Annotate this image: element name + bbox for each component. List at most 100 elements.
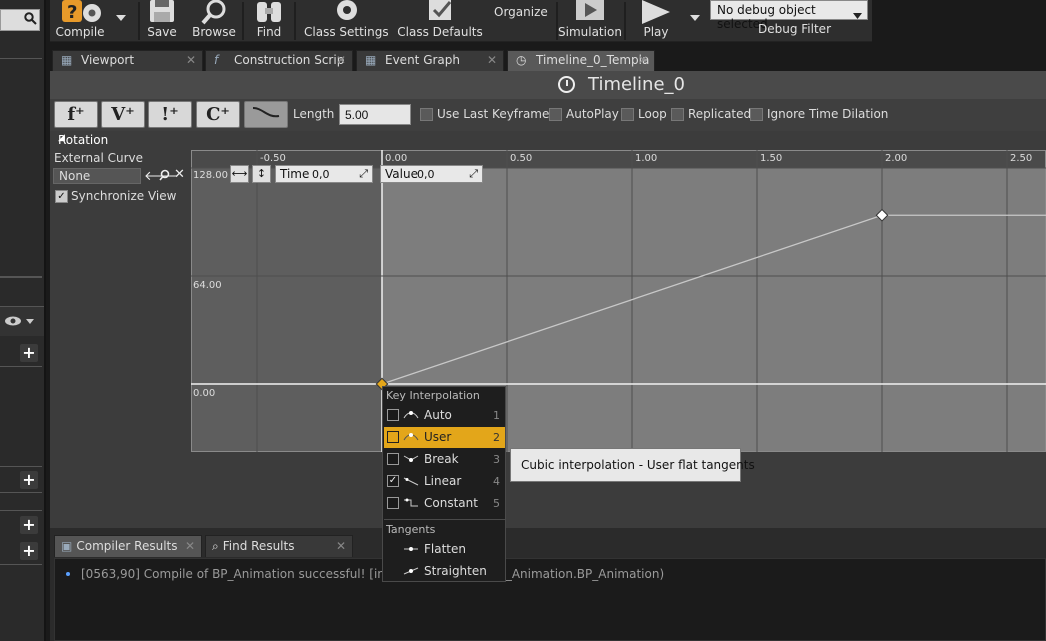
add-external-curve-button[interactable] bbox=[244, 101, 288, 128]
close-icon[interactable]: ✕ bbox=[336, 539, 346, 553]
tab-timeline[interactable]: ◷ Timeline_0_Templa ✕ bbox=[507, 50, 655, 71]
close-icon[interactable]: ✕ bbox=[185, 539, 195, 553]
external-curve-select[interactable]: None bbox=[53, 168, 141, 184]
divider bbox=[0, 466, 42, 467]
function-icon: f bbox=[214, 53, 219, 67]
menu-item-shortcut: 2 bbox=[493, 431, 500, 444]
class-defaults-button[interactable]: Class Defaults bbox=[396, 0, 484, 42]
menu-item-label: User bbox=[424, 430, 452, 444]
time-label: Time bbox=[280, 167, 310, 181]
use-last-keyframe-checkbox[interactable] bbox=[420, 108, 433, 121]
menu-item-label: Flatten bbox=[424, 542, 466, 556]
divider bbox=[0, 492, 42, 493]
tab-label: Compiler Results bbox=[76, 539, 178, 553]
value-label: Value bbox=[385, 167, 418, 181]
clock-icon bbox=[558, 76, 575, 93]
value-input[interactable]: Value 0,0 ⤢ bbox=[380, 165, 483, 183]
break-tangent-icon bbox=[403, 455, 419, 462]
menu-item-constant[interactable]: Constant 5 bbox=[384, 493, 505, 514]
close-icon[interactable]: ✕ bbox=[638, 53, 648, 67]
close-icon[interactable]: ✕ bbox=[186, 53, 196, 67]
checkbox bbox=[387, 409, 399, 421]
add-button[interactable]: + bbox=[20, 471, 38, 489]
graph-negative-region bbox=[191, 150, 382, 452]
loop-checkbox[interactable] bbox=[621, 108, 634, 121]
compile-button[interactable]: ? Compile bbox=[52, 0, 108, 42]
user-tangent-icon bbox=[403, 433, 419, 441]
info-bullet-icon bbox=[66, 572, 70, 576]
menu-item-user[interactable]: User 2 bbox=[384, 427, 505, 448]
replicated-checkbox[interactable] bbox=[671, 108, 684, 121]
find-button[interactable]: Find bbox=[248, 0, 290, 42]
tooltip: Cubic interpolation - User flat tangents bbox=[510, 448, 755, 482]
menu-item-label: Linear bbox=[424, 474, 462, 488]
chevron-down-icon[interactable] bbox=[116, 10, 126, 24]
menu-item-straighten[interactable]: Straighten bbox=[384, 561, 505, 582]
menu-item-shortcut: 3 bbox=[493, 453, 500, 466]
add-button[interactable]: + bbox=[20, 344, 38, 362]
divider bbox=[0, 276, 42, 278]
fit-vertical-button[interactable]: ↕ bbox=[252, 165, 271, 183]
menu-item-auto[interactable]: Auto 1 bbox=[384, 405, 505, 426]
tab-viewport[interactable]: ▦ Viewport ✕ bbox=[52, 50, 203, 71]
fit-horizontal-button[interactable]: ⟷ bbox=[230, 165, 249, 183]
class-settings-button[interactable]: Class Settings bbox=[304, 0, 389, 42]
menu-item-linear[interactable]: ✓ Linear 4 bbox=[384, 471, 505, 492]
linear-icon bbox=[403, 477, 419, 486]
play-label: Play bbox=[643, 25, 669, 39]
constant-icon bbox=[404, 498, 418, 507]
x-tick-label: 2.50 bbox=[1010, 153, 1032, 164]
search-icon[interactable] bbox=[24, 12, 37, 25]
synchronize-view-checkbox[interactable]: ✓ bbox=[55, 190, 68, 203]
debug-object-select[interactable]: No debug object selected bbox=[710, 0, 868, 31]
log-line: [0563,90] Compile of BP_Animation succes… bbox=[81, 567, 665, 581]
gear-icon bbox=[332, 0, 362, 27]
time-input[interactable]: Time 0,0 ⤢ bbox=[275, 165, 373, 183]
track-name: Rotation bbox=[58, 133, 109, 147]
key-interpolation-menu: Key Interpolation Auto 1 User 2 Break 3 … bbox=[382, 386, 506, 582]
divider bbox=[0, 58, 42, 59]
x-tick-label: -0.50 bbox=[260, 153, 286, 164]
close-icon[interactable]: ✕ bbox=[487, 53, 497, 67]
chevron-down-icon[interactable] bbox=[690, 10, 700, 24]
add-event-track-button[interactable]: !⁺ bbox=[148, 101, 192, 128]
menu-item-shortcut: 5 bbox=[493, 497, 500, 510]
menu-heading-tangents: Tangents bbox=[386, 523, 436, 536]
tab-construction-script[interactable]: f Construction Scrip ✕ bbox=[205, 50, 353, 71]
tab-event-graph[interactable]: ▦ Event Graph ✕ bbox=[356, 50, 504, 71]
autoplay-checkbox[interactable] bbox=[549, 108, 562, 121]
vector-track-icon: V⁺ bbox=[111, 104, 135, 125]
add-color-track-button[interactable]: C⁺ bbox=[196, 101, 240, 128]
close-icon[interactable]: ✕ bbox=[336, 53, 346, 67]
autoplay-label: AutoPlay bbox=[566, 107, 619, 121]
menu-item-break[interactable]: Break 3 bbox=[384, 449, 505, 470]
external-curve-label: External Curve bbox=[54, 151, 144, 165]
organize-button[interactable]: Organize bbox=[494, 5, 548, 19]
synchronize-view-label: Synchronize View bbox=[71, 189, 177, 203]
browse-button[interactable]: Browse bbox=[190, 0, 238, 42]
ignore-time-dilation-checkbox[interactable] bbox=[750, 108, 763, 121]
length-input[interactable] bbox=[339, 104, 411, 125]
save-button[interactable]: Save bbox=[142, 0, 182, 42]
tab-find-results[interactable]: ⌕ Find Results ✕ bbox=[205, 535, 353, 557]
tab-compiler-results[interactable]: ▣ Compiler Results ✕ bbox=[54, 535, 202, 557]
debug-filter-label: Debug Filter bbox=[758, 22, 831, 36]
clear-icon[interactable]: ✕ bbox=[174, 167, 185, 182]
external-curve-value: None bbox=[59, 169, 91, 183]
search-icon[interactable] bbox=[159, 169, 171, 184]
checkbox: ✓ bbox=[387, 475, 399, 487]
add-button[interactable]: + bbox=[20, 516, 38, 534]
menu-item-flatten[interactable]: Flatten bbox=[384, 539, 505, 560]
play-button[interactable]: Play bbox=[632, 0, 680, 42]
eye-icon[interactable] bbox=[4, 314, 36, 331]
add-vector-track-button[interactable]: V⁺ bbox=[101, 101, 145, 128]
simulation-label: Simulation bbox=[558, 25, 622, 39]
track-header[interactable]: ◢ Rotation bbox=[50, 131, 1046, 148]
simulation-button[interactable]: Simulation bbox=[558, 0, 622, 42]
tab-label: Event Graph bbox=[385, 53, 460, 67]
checkbox bbox=[387, 453, 399, 465]
curve-graph[interactable]: -0.50 0.00 0.50 1.00 1.50 2.00 2.50 128.00 64.00… bbox=[191, 150, 1046, 452]
add-float-track-button[interactable]: f⁺ bbox=[54, 101, 98, 128]
add-button[interactable]: + bbox=[20, 542, 38, 560]
left-panel: + + + + bbox=[0, 0, 46, 641]
